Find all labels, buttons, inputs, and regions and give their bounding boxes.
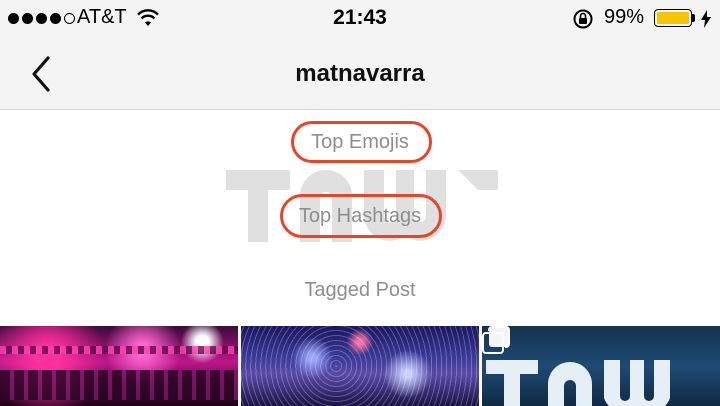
status-bar: AT&T 21:43 99%: [0, 0, 720, 38]
photo-thumbnail[interactable]: [0, 326, 238, 406]
nav-bar: matnavarra: [0, 38, 720, 110]
page-title: matnavarra: [295, 60, 425, 87]
battery-icon: [654, 9, 692, 27]
battery-percent: 99%: [604, 6, 645, 28]
photo-grid: [0, 326, 720, 406]
charging-bolt-icon: [701, 10, 711, 28]
battery-tip: [692, 14, 695, 22]
photo-thumbnail[interactable]: [241, 326, 479, 406]
profile-sections: Top Emojis Top Hashtags Tagged Post: [0, 110, 720, 326]
multiple-posts-icon: [482, 326, 510, 354]
tnw-sign-image: [486, 360, 670, 406]
rotation-lock-icon: [573, 9, 593, 29]
photo-thumbnail[interactable]: [482, 326, 720, 406]
tagged-post-label: Tagged Post: [304, 279, 416, 301]
top-emojis-link[interactable]: Top Emojis: [0, 131, 720, 154]
top-hashtags-link[interactable]: Top Hashtags: [0, 205, 720, 228]
